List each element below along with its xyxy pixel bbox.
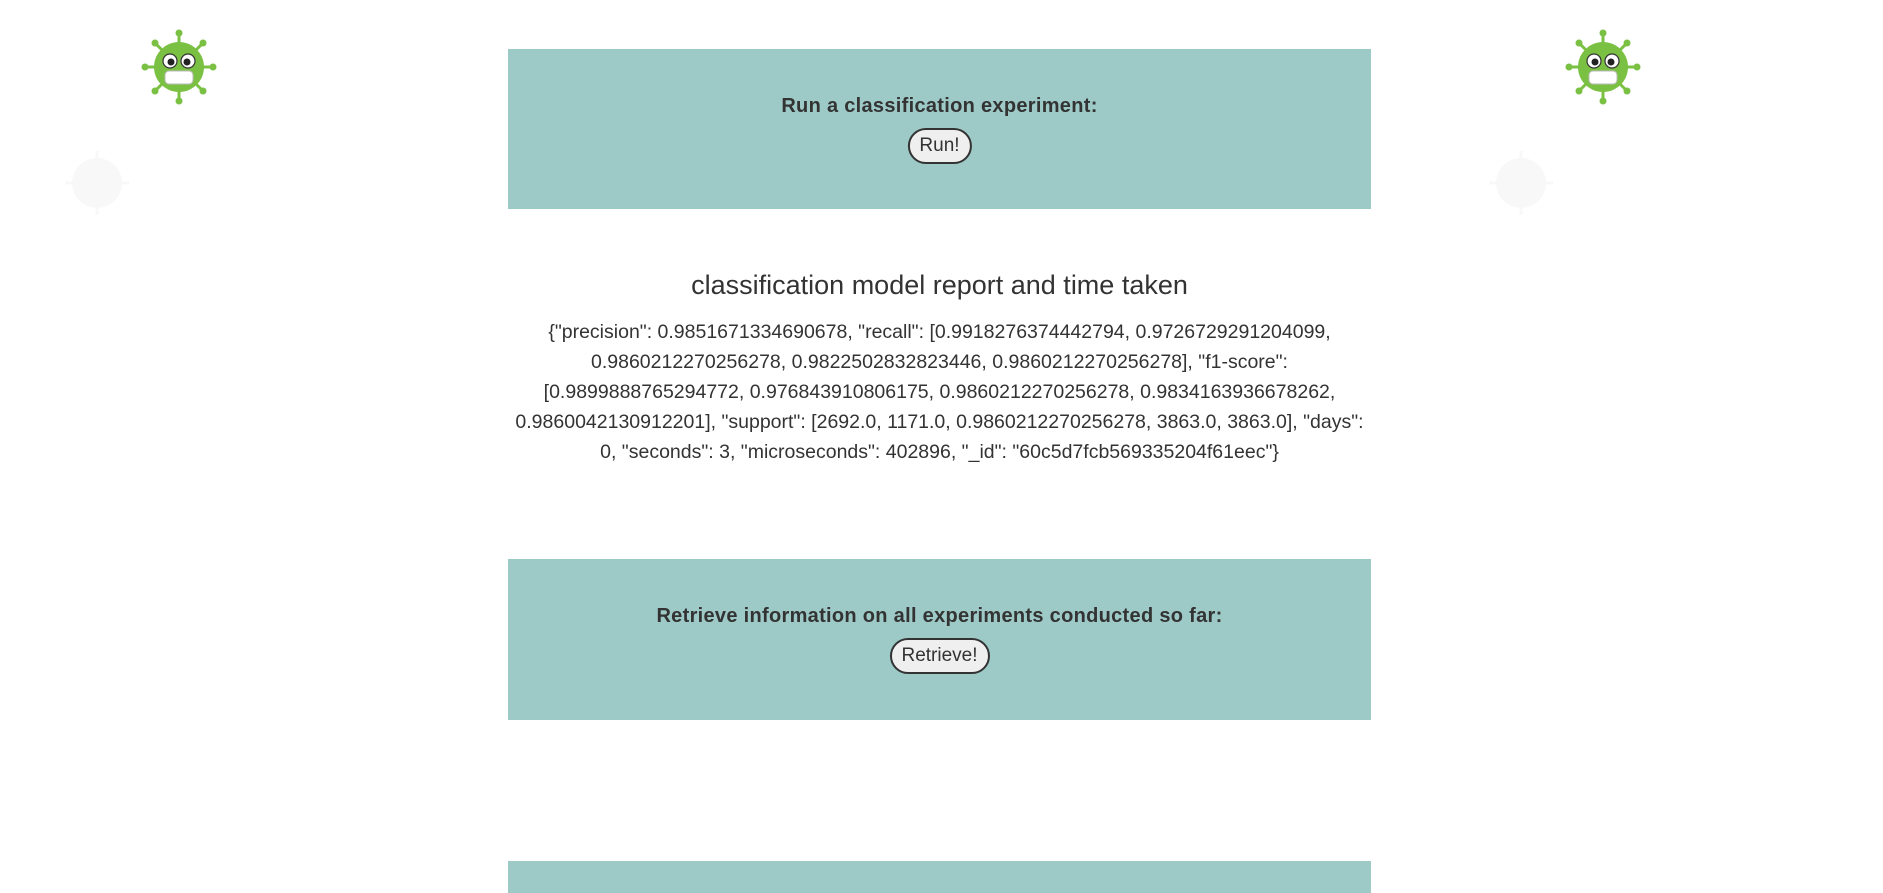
classification-report: classification model report and time tak… [508, 270, 1371, 467]
virus-mascot-icon [1565, 29, 1641, 105]
run-experiment-panel: Run a classification experiment: Run! [508, 49, 1371, 209]
retrieve-experiments-heading: Retrieve information on all experiments … [656, 605, 1223, 627]
retrieve-button[interactable]: Retrieve! [889, 638, 990, 674]
page: Run a classification experiment: Run! cl… [0, 0, 1883, 893]
retrieve-experiments-panel: Retrieve information on all experiments … [508, 559, 1371, 720]
report-json-output: {"precision": 0.9851671334690678, "recal… [515, 321, 1364, 463]
virus-mascot-icon [141, 29, 217, 105]
virus-mascot-faded-icon [65, 151, 129, 215]
run-experiment-heading: Run a classification experiment: [781, 95, 1098, 117]
run-button[interactable]: Run! [907, 128, 972, 164]
virus-mascot-faded-icon [1489, 151, 1553, 215]
next-panel [508, 861, 1371, 893]
report-title: classification model report and time tak… [691, 270, 1188, 300]
